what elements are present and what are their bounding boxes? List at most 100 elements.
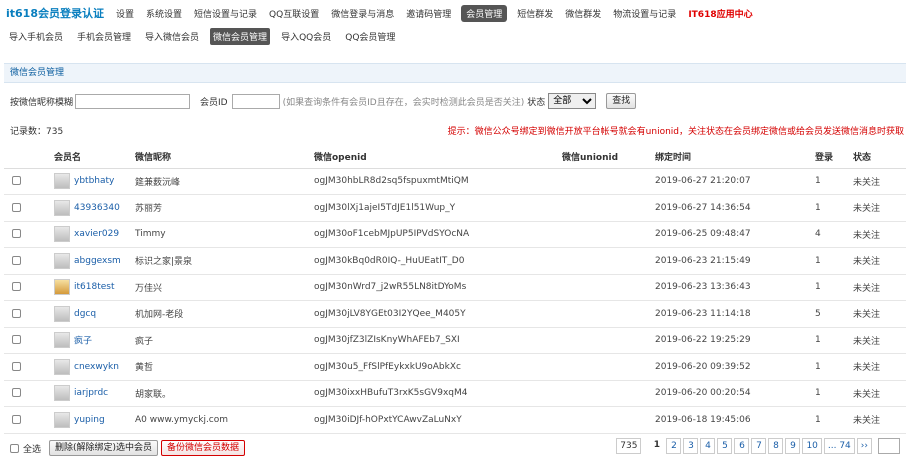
pager-page-link[interactable]: 9 — [785, 438, 801, 454]
header-unionid: 微信unionid — [562, 146, 655, 169]
pager-page-link[interactable]: 6 — [734, 438, 750, 454]
row-checkbox[interactable] — [12, 229, 21, 239]
member-bind-time: 2019-06-20 09:39:52 — [655, 353, 815, 381]
row-select — [4, 353, 54, 381]
table-row: 43936340 苏丽芳 ogJM30lXj1ajeI5TdJE1l51Wup_Y 2… — [4, 194, 906, 222]
row-select — [4, 221, 54, 248]
member-logins: 1 — [815, 194, 853, 222]
table-row: yuping A0 www.ymyckj.com ogJM30iDJf-hOPxtY… — [4, 406, 906, 434]
row-checkbox[interactable] — [12, 282, 21, 292]
row-username-cell: yuping — [54, 406, 135, 434]
member-username[interactable]: abggexsm — [74, 256, 121, 266]
pager-page-link[interactable]: ›› — [856, 438, 872, 454]
backup-button[interactable]: 备份微信会员数据 — [161, 440, 246, 456]
member-bind-time: 2019-06-20 00:20:54 — [655, 380, 815, 407]
nav-item-sms-settings[interactable]: 短信设置与记录 — [192, 5, 259, 22]
row-checkbox[interactable] — [12, 335, 21, 345]
unionid-notice: 提示：微信公众号绑定到微信开放平台帐号就会有unionid，关注状态在会员绑定微… — [447, 127, 904, 137]
member-bind-time: 2019-06-23 21:15:49 — [655, 247, 815, 275]
pager-page-link[interactable]: 5 — [717, 438, 733, 454]
member-username[interactable]: iarjprdc — [74, 388, 108, 398]
avatar-icon — [54, 305, 70, 322]
member-bind-time: 2019-06-22 19:25:29 — [655, 327, 815, 354]
header-status: 状态 — [853, 146, 906, 169]
member-nickname: 疯子 — [135, 327, 314, 354]
row-select — [4, 406, 54, 434]
select-all-checkbox[interactable] — [10, 443, 19, 453]
member-username[interactable]: 疯子 — [74, 337, 92, 347]
nav-item-logistics[interactable]: 物流设置与记录 — [611, 5, 678, 22]
nav-item-app-center[interactable]: IT618应用中心 — [686, 5, 754, 22]
nickname-input[interactable] — [75, 93, 191, 109]
query-button[interactable]: 查找 — [606, 93, 637, 109]
member-username[interactable]: 43936340 — [74, 203, 120, 213]
subnav-wechat-members[interactable]: 微信会员管理 — [210, 27, 271, 45]
member-openid: ogJM30lXj1ajeI5TdJE1l51Wup_Y — [314, 194, 562, 222]
uid-input[interactable] — [231, 93, 280, 109]
subnav-import-qq[interactable]: 导入QQ会员 — [278, 28, 334, 45]
brand-title[interactable]: it618会员登录认证 — [6, 5, 104, 21]
member-logins: 5 — [815, 300, 853, 328]
page-jump-input[interactable] — [878, 438, 900, 454]
member-status: 未关注 — [853, 353, 906, 381]
header-username: 会员名 — [54, 146, 135, 169]
nav-item-wechat-broadcast[interactable]: 微信群发 — [563, 5, 603, 22]
nav-item-invite-codes[interactable]: 邀请码管理 — [404, 5, 453, 22]
member-unionid — [562, 194, 655, 222]
nav-item-qq-settings[interactable]: QQ互联设置 — [267, 5, 321, 22]
member-unionid — [562, 168, 655, 195]
nav-item-system-settings[interactable]: 系统设置 — [144, 5, 184, 22]
nav-item-sms-broadcast[interactable]: 短信群发 — [515, 5, 555, 22]
avatar-icon — [54, 173, 70, 190]
subnav-import-wechat[interactable]: 导入微信会员 — [142, 28, 202, 45]
member-bind-time: 2019-06-25 09:48:47 — [655, 221, 815, 248]
table-row: xavier029 Timmy ogJM30oF1cebMJpUP5IPVdSYOc… — [4, 221, 906, 248]
member-status: 未关注 — [853, 221, 906, 248]
pager-page-link[interactable]: 2 — [666, 438, 682, 454]
member-logins: 4 — [815, 221, 853, 248]
row-checkbox[interactable] — [12, 388, 21, 398]
avatar-icon — [54, 252, 70, 269]
select-all-label[interactable]: 全选 — [23, 442, 41, 455]
pager-page-link[interactable]: ... 74 — [823, 438, 855, 454]
top-nav: it618会员登录认证 设置 系统设置 短信设置与记录 QQ互联设置 微信登录与… — [0, 0, 910, 26]
member-username[interactable]: cnexwykn — [74, 362, 119, 372]
pager-page-link[interactable]: 3 — [683, 438, 699, 454]
member-username[interactable]: dgcq — [74, 309, 96, 319]
status-select[interactable]: 全部 — [548, 93, 597, 109]
member-username[interactable]: xavier029 — [74, 229, 119, 239]
row-checkbox[interactable] — [12, 361, 21, 371]
table-header-row: 会员名 微信昵称 微信openid 微信unionid 绑定时间 登录 状态 — [4, 146, 906, 169]
member-username[interactable]: it618test — [74, 282, 115, 292]
row-checkbox[interactable] — [12, 414, 21, 424]
pager-page-link[interactable]: 7 — [751, 438, 767, 454]
record-count: 记录数：735 — [10, 124, 63, 137]
member-username[interactable]: ybtbhaty — [74, 176, 114, 186]
row-checkbox[interactable] — [12, 176, 21, 186]
delete-selected-button[interactable]: 删除(解除绑定)选中会员 — [49, 440, 159, 456]
row-username-cell: 43936340 — [54, 194, 135, 222]
member-logins: 1 — [815, 353, 853, 381]
row-checkbox[interactable] — [12, 308, 21, 318]
member-username[interactable]: yuping — [74, 415, 105, 425]
nav-item-wechat-login[interactable]: 微信登录与消息 — [329, 5, 396, 22]
pager-page-link[interactable]: 10 — [802, 438, 822, 454]
pager-page-link[interactable]: 8 — [768, 438, 784, 454]
subnav-qq-members[interactable]: QQ会员管理 — [342, 28, 398, 45]
subnav-phone-members[interactable]: 手机会员管理 — [74, 28, 134, 45]
row-checkbox[interactable] — [12, 255, 21, 265]
row-username-cell: dgcq — [54, 300, 135, 328]
nav-item-settings[interactable]: 设置 — [114, 5, 136, 22]
header-openid: 微信openid — [314, 146, 562, 169]
avatar-icon — [54, 226, 70, 243]
row-username-cell: it618test — [54, 274, 135, 301]
member-unionid — [562, 221, 655, 248]
table-row: abggexsm 标识之家|景泉 ogJM30kBq0dR0IQ-_HuUEatIT… — [4, 247, 906, 275]
member-logins: 1 — [815, 327, 853, 354]
row-checkbox[interactable] — [12, 202, 21, 212]
subnav-import-phone[interactable]: 导入手机会员 — [6, 28, 66, 45]
member-nickname: 筵兼薮沅峰 — [135, 168, 314, 195]
pager-page-link[interactable]: 4 — [700, 438, 716, 454]
nav-item-member-management[interactable]: 会员管理 — [461, 4, 508, 22]
member-status: 未关注 — [853, 406, 906, 434]
